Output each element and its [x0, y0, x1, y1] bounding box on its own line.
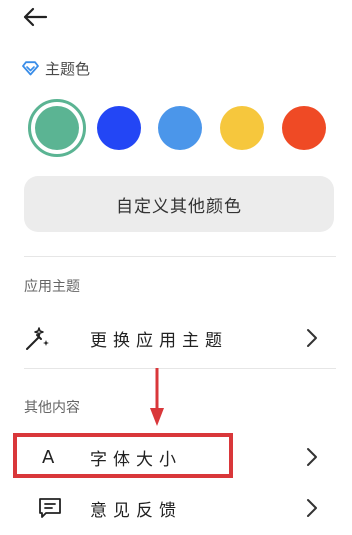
theme-color-header: 主题色: [22, 58, 90, 79]
magic-wand-icon: [24, 324, 64, 352]
color-swatches: [28, 99, 326, 157]
chevron-right-icon: [307, 499, 317, 517]
theme-color-title: 主题色: [45, 60, 91, 78]
custom-color-button[interactable]: 自定义其他颜色: [24, 176, 334, 232]
diamond-icon: [22, 61, 39, 76]
arrow-left-icon: [23, 7, 48, 27]
swatch-green-fill: [35, 106, 79, 150]
feedback-row[interactable]: 意见反馈: [24, 482, 336, 534]
app-theme-title: 应用主题: [24, 279, 80, 295]
swatch-yellow[interactable]: [220, 106, 264, 150]
change-theme-row[interactable]: 更换应用主题: [24, 312, 336, 364]
swatch-blue[interactable]: [97, 106, 141, 150]
swatch-orange[interactable]: [282, 106, 326, 150]
feedback-label: 意见反馈: [90, 500, 182, 521]
swatch-light-blue[interactable]: [158, 106, 202, 150]
chevron-right-icon: [307, 329, 317, 347]
annotation-arrow: [150, 368, 164, 426]
change-theme-label: 更换应用主题: [90, 330, 228, 351]
back-button[interactable]: [22, 4, 52, 30]
message-icon: [24, 497, 64, 519]
divider: [24, 368, 336, 369]
divider: [24, 256, 336, 257]
swatch-green[interactable]: [28, 99, 86, 157]
chevron-right-icon: [307, 448, 317, 466]
other-content-title: 其他内容: [24, 400, 80, 416]
annotation-highlight-box: [13, 433, 233, 478]
